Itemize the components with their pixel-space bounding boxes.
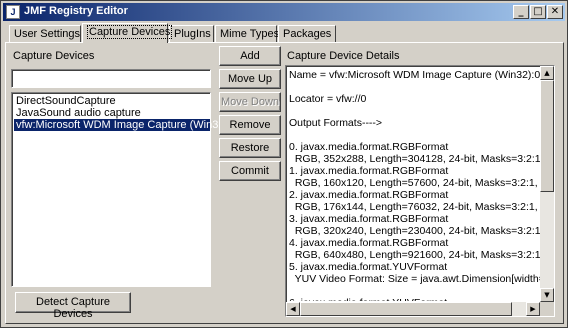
main-window: J JMF Registry Editor _ □ ✕ User Setting…: [0, 0, 568, 328]
tab-packages[interactable]: Packages: [278, 25, 336, 43]
list-item[interactable]: JavaSound audio capture: [14, 107, 210, 119]
tab-mime-types[interactable]: Mime Types: [215, 25, 279, 43]
capture-devices-heading: Capture Devices: [13, 50, 95, 62]
window-title: JMF Registry Editor: [24, 5, 128, 17]
details-heading: Capture Device Details: [287, 50, 400, 62]
move-up-button[interactable]: Move Up: [219, 69, 281, 89]
scroll-down-arrow-icon[interactable]: ▼: [540, 288, 554, 302]
detect-capture-devices-button[interactable]: Detect Capture Devices: [15, 292, 131, 320]
tab-capture-devices[interactable]: Capture Devices: [82, 23, 173, 43]
remove-button[interactable]: Remove: [219, 115, 281, 135]
list-item[interactable]: DirectSoundCapture: [14, 95, 210, 107]
vertical-scroll-thumb[interactable]: [540, 80, 554, 192]
minimize-button[interactable]: _: [513, 5, 529, 19]
capture-devices-list[interactable]: DirectSoundCapture JavaSound audio captu…: [11, 92, 237, 287]
add-button[interactable]: Add: [219, 46, 281, 66]
horizontal-scrollbar[interactable]: ◀ ▶: [286, 302, 540, 316]
vertical-scrollbar[interactable]: ▲ ▼: [540, 66, 554, 302]
title-bar[interactable]: J JMF Registry Editor _ □ ✕: [3, 3, 565, 21]
move-down-button[interactable]: Move Down: [219, 92, 281, 112]
scroll-up-arrow-icon[interactable]: ▲: [540, 66, 554, 80]
scroll-corner: [540, 302, 554, 316]
horizontal-scroll-thumb[interactable]: [300, 302, 512, 316]
scroll-left-arrow-icon[interactable]: ◀: [286, 302, 300, 316]
app-icon: J: [6, 5, 20, 19]
tab-user-settings[interactable]: User Settings: [9, 25, 81, 43]
device-name-input[interactable]: [11, 69, 211, 88]
list-item-selected[interactable]: vfw:Microsoft WDM Image Capture (Win32):…: [14, 119, 237, 131]
close-button[interactable]: ✕: [547, 5, 563, 19]
device-details-textarea[interactable]: Name = vfw:Microsoft WDM Image Capture (…: [285, 65, 555, 317]
commit-button[interactable]: Commit: [219, 161, 281, 181]
scroll-right-arrow-icon[interactable]: ▶: [526, 302, 540, 316]
tab-plugins[interactable]: PlugIns: [169, 25, 214, 43]
restore-button[interactable]: Restore: [219, 138, 281, 158]
maximize-button[interactable]: □: [530, 5, 546, 19]
device-details-text: Name = vfw:Microsoft WDM Image Capture (…: [289, 69, 541, 301]
